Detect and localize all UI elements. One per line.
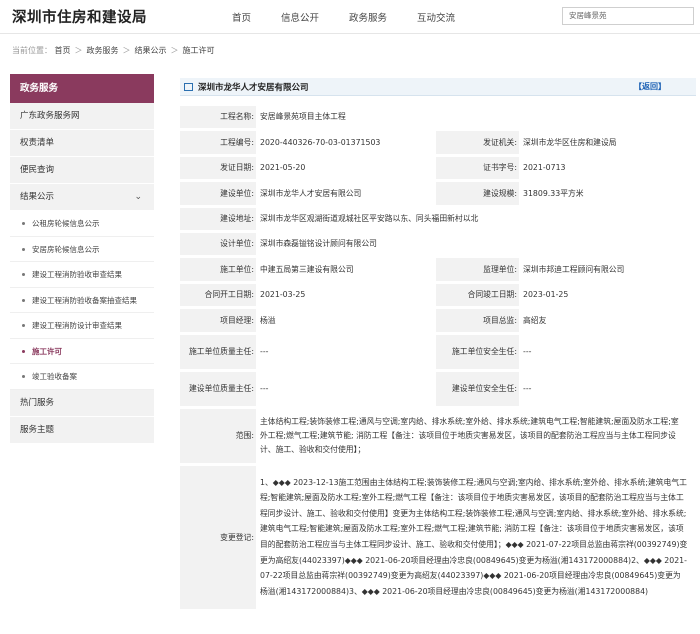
table-row: 变更登记: 1、◆◆◆ 2023-12-13施工范围由主体结构工程;装饰装修工程… <box>180 464 696 612</box>
table-row: 建设地址: 深圳市龙华区观湖街道观城社区平安路以东、同头福田新村以北 <box>180 206 696 233</box>
value-contract-start: 2021-03-25 <box>256 282 436 309</box>
sidebar-subitem-fire-design-review[interactable]: 建设工程消防设计审查结果 <box>10 313 154 339</box>
label-certificate-number: 证书字号: <box>436 155 519 182</box>
label-change-record: 变更登记: <box>180 464 256 612</box>
table-row: 发证日期: 2021-05-20 证书字号: 2021-0713 <box>180 155 696 182</box>
label-project-manager: 项目经理: <box>180 307 256 335</box>
table-row: 施工单位质量主任: --- 施工单位安全生任: --- <box>180 333 696 372</box>
label-contract-end: 合同竣工日期: <box>436 282 519 309</box>
value-owner-safety-lead: --- <box>519 370 696 409</box>
breadcrumb: 当前位置： 首页＞政务服务＞结果公示＞施工许可 <box>12 45 215 56</box>
breadcrumb-construction-permit[interactable]: 施工许可 <box>183 46 215 55</box>
sidebar-subitem-completion-filing[interactable]: 竣工验收备案 <box>10 364 154 390</box>
breadcrumb-home[interactable]: 首页 <box>55 46 71 55</box>
label-supervisor-unit: 监理单位: <box>436 256 519 284</box>
sidebar-subitem-construction-permit[interactable]: 施工许可 <box>10 338 154 364</box>
chevron-down-icon[interactable]: ⌄ <box>134 184 142 211</box>
sidebar-item-label: 结果公示 <box>20 192 55 202</box>
sidebar-item-power-list[interactable]: 权责清单 <box>10 130 154 157</box>
value-address: 深圳市龙华区观湖街道观城社区平安路以东、同头福田新村以北 <box>256 206 696 233</box>
company-title: 深圳市龙华人才安居有限公司 <box>198 83 309 93</box>
label-contractor-safety-lead: 施工单位安全生任: <box>436 333 519 372</box>
value-contract-end: 2023-01-25 <box>519 282 696 309</box>
value-issuing-authority: 深圳市龙华区住房和建设局 <box>519 129 696 157</box>
site-logo[interactable]: 深圳市住房和建设局 <box>12 6 147 27</box>
search-input[interactable]: 安居峰景苑 <box>562 7 694 25</box>
label-project-number: 工程编号: <box>180 129 256 157</box>
label-address: 建设地址: <box>180 206 256 233</box>
sidebar-item-service-topics[interactable]: 服务主题 <box>10 416 154 444</box>
table-row: 建设单位: 深圳市龙华人才安居有限公司 建设规模: 31809.33平方米 <box>180 180 696 208</box>
table-row: 项目经理: 杨溢 项目总监: 高绍友 <box>180 307 696 335</box>
value-change-record: 1、◆◆◆ 2023-12-13施工范围由主体结构工程;装饰装修工程;通风与空调… <box>256 464 696 612</box>
table-row: 范围: 主体结构工程;装饰装修工程;通风与空调;室内给、排水系统;室外给、排水系… <box>180 407 696 466</box>
value-contractor-safety-lead: --- <box>519 333 696 372</box>
value-owner-quality-lead: --- <box>256 370 436 409</box>
value-certificate-number: 2021-0713 <box>519 155 696 182</box>
sidebar-item-guangdong-portal[interactable]: 广东政务服务网 <box>10 103 154 130</box>
label-contractor: 施工单位: <box>180 256 256 284</box>
value-construction-unit: 深圳市龙华人才安居有限公司 <box>256 180 436 208</box>
table-row: 工程编号: 2020-440326-70-03-01371503 发证机关: 深… <box>180 129 696 157</box>
value-contractor-quality-lead: --- <box>256 333 436 372</box>
label-scope: 范围: <box>180 407 256 466</box>
value-project-manager: 杨溢 <box>256 307 436 335</box>
label-chief-supervisor: 项目总监: <box>436 307 519 335</box>
value-project-name: 安居峰景苑项目主体工程 <box>256 106 696 131</box>
table-row: 工程名称: 安居峰景苑项目主体工程 <box>180 106 696 131</box>
sidebar-subitem-public-rental[interactable]: 公租房轮候信息公示 <box>10 211 154 237</box>
sidebar-subitem-fire-acceptance-review[interactable]: 建设工程消防验收审查结果 <box>10 262 154 288</box>
breadcrumb-government-services[interactable]: 政务服务 <box>87 46 119 55</box>
site-header: 深圳市住房和建设局 首页 信息公开 政务服务 互动交流 安居峰景苑 <box>0 0 700 34</box>
sidebar-item-popular-services[interactable]: 热门服务 <box>10 389 154 417</box>
label-owner-quality-lead: 建设单位质量主任: <box>180 370 256 409</box>
permit-table: 工程名称: 安居峰景苑项目主体工程 工程编号: 2020-440326-70-0… <box>180 106 696 612</box>
label-contractor-quality-lead: 施工单位质量主任: <box>180 333 256 372</box>
table-row: 合同开工日期: 2021-03-25 合同竣工日期: 2023-01-25 <box>180 282 696 309</box>
table-row: 建设单位质量主任: --- 建设单位安全生任: --- <box>180 370 696 409</box>
value-contractor: 中建五局第三建设有限公司 <box>256 256 436 284</box>
nav-info-disclosure[interactable]: 信息公开 <box>281 10 319 24</box>
sidebar-subitem-fire-acceptance-spotcheck[interactable]: 建设工程消防验收备案抽查结果 <box>10 287 154 313</box>
value-design-unit: 深圳市森磊镒铭设计顾问有限公司 <box>256 231 696 258</box>
breadcrumb-separator: ＞ <box>74 46 83 55</box>
label-owner-safety-lead: 建设单位安全生任: <box>436 370 519 409</box>
value-issue-date: 2021-05-20 <box>256 155 436 182</box>
nav-government-services[interactable]: 政务服务 <box>349 10 387 24</box>
value-supervisor-unit: 深圳市邦迪工程顾问有限公司 <box>519 256 696 284</box>
sidebar-item-results[interactable]: 结果公示 ⌄ <box>10 184 154 211</box>
window-icon <box>184 83 193 91</box>
back-link[interactable]: 【返回】 <box>634 81 666 92</box>
label-contract-start: 合同开工日期: <box>180 282 256 309</box>
sidebar-title[interactable]: 政务服务 <box>10 74 154 103</box>
sidebar: 政务服务 广东政务服务网 权责清单 便民查询 结果公示 ⌄ 公租房轮候信息公示 … <box>10 74 154 444</box>
label-design-unit: 设计单位: <box>180 231 256 258</box>
value-construction-scale: 31809.33平方米 <box>519 180 696 208</box>
permit-detail: 深圳市龙华人才安居有限公司 【返回】 工程名称: 安居峰景苑项目主体工程 工程编… <box>180 78 696 612</box>
breadcrumb-separator: ＞ <box>170 46 179 55</box>
breadcrumb-prefix: 当前位置： <box>12 46 52 55</box>
table-row: 设计单位: 深圳市森磊镒铭设计顾问有限公司 <box>180 231 696 258</box>
main-nav: 首页 信息公开 政务服务 互动交流 <box>232 10 485 24</box>
sidebar-subitem-affordable-housing[interactable]: 安居房轮候信息公示 <box>10 236 154 262</box>
nav-home[interactable]: 首页 <box>232 10 251 24</box>
value-project-number: 2020-440326-70-03-01371503 <box>256 129 436 157</box>
value-chief-supervisor: 高绍友 <box>519 307 696 335</box>
label-construction-unit: 建设单位: <box>180 180 256 208</box>
breadcrumb-separator: ＞ <box>122 46 131 55</box>
label-construction-scale: 建设规模: <box>436 180 519 208</box>
value-scope: 主体结构工程;装饰装修工程;通风与空调;室内给、排水系统;室外给、排水系统;建筑… <box>256 407 696 466</box>
nav-interaction[interactable]: 互动交流 <box>417 10 455 24</box>
label-project-name: 工程名称: <box>180 106 256 131</box>
detail-title-bar: 深圳市龙华人才安居有限公司 【返回】 <box>180 78 696 96</box>
breadcrumb-results[interactable]: 结果公示 <box>135 46 167 55</box>
sidebar-item-convenience-query[interactable]: 便民查询 <box>10 157 154 184</box>
label-issue-date: 发证日期: <box>180 155 256 182</box>
label-issuing-authority: 发证机关: <box>436 129 519 157</box>
table-row: 施工单位: 中建五局第三建设有限公司 监理单位: 深圳市邦迪工程顾问有限公司 <box>180 256 696 284</box>
